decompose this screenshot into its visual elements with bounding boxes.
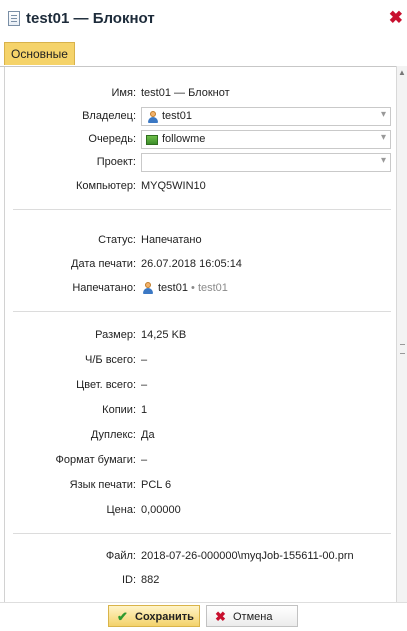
copies-value: 1 — [141, 404, 148, 416]
printed-by-row: Напечатано: test01 • test01 — [5, 279, 399, 299]
queue-value: followme — [162, 133, 206, 145]
project-select[interactable]: ▾ — [141, 153, 391, 172]
computer-label: Компьютер: — [76, 180, 136, 192]
save-button[interactable]: ✔ Сохранить — [108, 605, 200, 627]
file-row: Файл: 2018-07-26-000000\myqJob-155611-00… — [5, 547, 399, 567]
size-row: Размер: 14,25 KB — [5, 326, 399, 346]
printed-by-separator: • — [191, 282, 195, 294]
computer-value: MYQ5WIN10 — [141, 180, 206, 192]
close-icon[interactable]: ✖ — [389, 8, 403, 28]
window-title: test01 — Блокнот — [26, 10, 155, 27]
chevron-down-icon: ▾ — [380, 132, 386, 143]
bw-total-value: – — [141, 354, 148, 366]
owner-select[interactable]: test01 ▾ — [141, 107, 391, 126]
queue-row: Очередь: followme ▾ — [5, 130, 399, 150]
section-divider — [13, 209, 391, 210]
print-date-value: 26.07.2018 16:05:14 — [141, 258, 242, 270]
printed-by-user-name: test01 — [158, 282, 188, 294]
printed-by-secondary: test01 — [197, 282, 228, 294]
name-value: test01 — Блокнот — [141, 87, 230, 99]
print-date-label: Дата печати: — [71, 258, 136, 270]
print-language-value: PCL 6 — [141, 479, 172, 491]
duplex-value: Да — [141, 429, 155, 441]
paper-format-label: Формат бумаги: — [55, 454, 136, 466]
duplex-row: Дуплекс: Да — [5, 426, 399, 446]
file-label: Файл: — [105, 550, 136, 562]
status-label: Статус: — [98, 234, 136, 246]
paper-format-row: Формат бумаги: – — [5, 451, 399, 471]
printed-by-label: Напечатано: — [72, 282, 136, 294]
scroll-up-arrow-icon[interactable]: ▲ — [398, 68, 406, 77]
print-language-row: Язык печати: PCL 6 — [5, 476, 399, 496]
printed-by-user: test01 • test01 — [158, 282, 228, 294]
project-label: Проект: — [96, 156, 136, 168]
job-properties-panel: Имя: test01 — Блокнот Владелец: test01 ▾… — [4, 67, 400, 603]
color-total-label: Цвет. всего: — [76, 379, 136, 391]
project-row: Проект: ▾ — [5, 153, 399, 173]
price-row: Цена: 0,00000 — [5, 501, 399, 521]
cancel-button[interactable]: ✖ Отмена — [206, 605, 298, 627]
cancel-button-label: Отмена — [233, 611, 273, 623]
printer-queue-icon — [146, 135, 158, 145]
vertical-scrollbar[interactable]: ▲ — [396, 66, 407, 606]
color-total-row: Цвет. всего: – — [5, 376, 399, 396]
user-icon — [147, 111, 159, 123]
color-total-value: – — [141, 379, 148, 391]
tab-general[interactable]: Основные — [4, 42, 75, 65]
id-row: ID: 882 — [5, 571, 399, 591]
window-titlebar: test01 — Блокнот ✖ — [0, 0, 407, 38]
owner-label: Владелец: — [82, 110, 136, 122]
queue-label: Очередь: — [88, 133, 136, 145]
bw-total-label: Ч/Б всего: — [85, 354, 136, 366]
scroll-grip-icon[interactable] — [400, 344, 405, 354]
dialog-footer: ✔ Сохранить ✖ Отмена — [0, 602, 407, 631]
file-value: 2018-07-26-000000\myqJob-155611-00.prn — [141, 550, 354, 562]
tab-bar: Основные — [0, 38, 407, 67]
price-value: 0,00000 — [141, 504, 181, 516]
copies-label: Копии: — [102, 404, 136, 416]
print-language-label: Язык печати: — [69, 479, 136, 491]
user-icon — [142, 282, 154, 294]
status-value: Напечатано — [141, 234, 202, 246]
price-label: Цена: — [106, 504, 136, 516]
notepad-document-icon — [8, 11, 20, 26]
paper-format-value: – — [141, 454, 148, 466]
size-label: Размер: — [95, 329, 136, 341]
chevron-down-icon: ▾ — [380, 155, 386, 166]
computer-row: Компьютер: MYQ5WIN10 — [5, 177, 399, 197]
id-value: 882 — [141, 574, 160, 586]
copies-row: Копии: 1 — [5, 401, 399, 421]
bw-total-row: Ч/Б всего: – — [5, 351, 399, 371]
owner-row: Владелец: test01 ▾ — [5, 107, 399, 127]
checkmark-icon: ✔ — [117, 609, 128, 624]
cancel-x-icon: ✖ — [215, 609, 226, 624]
save-button-label: Сохранить — [135, 611, 194, 623]
section-divider — [13, 533, 391, 534]
chevron-down-icon: ▾ — [380, 109, 386, 120]
name-row: Имя: test01 — Блокнот — [5, 84, 399, 104]
size-value: 14,25 KB — [141, 329, 187, 341]
owner-value: test01 — [162, 110, 192, 122]
id-label: ID: — [121, 574, 136, 586]
print-date-row: Дата печати: 26.07.2018 16:05:14 — [5, 255, 399, 275]
status-row: Статус: Напечатано — [5, 231, 399, 251]
duplex-label: Дуплекс: — [90, 429, 136, 441]
section-divider — [13, 311, 391, 312]
name-label: Имя: — [111, 87, 136, 99]
queue-select[interactable]: followme ▾ — [141, 130, 391, 149]
